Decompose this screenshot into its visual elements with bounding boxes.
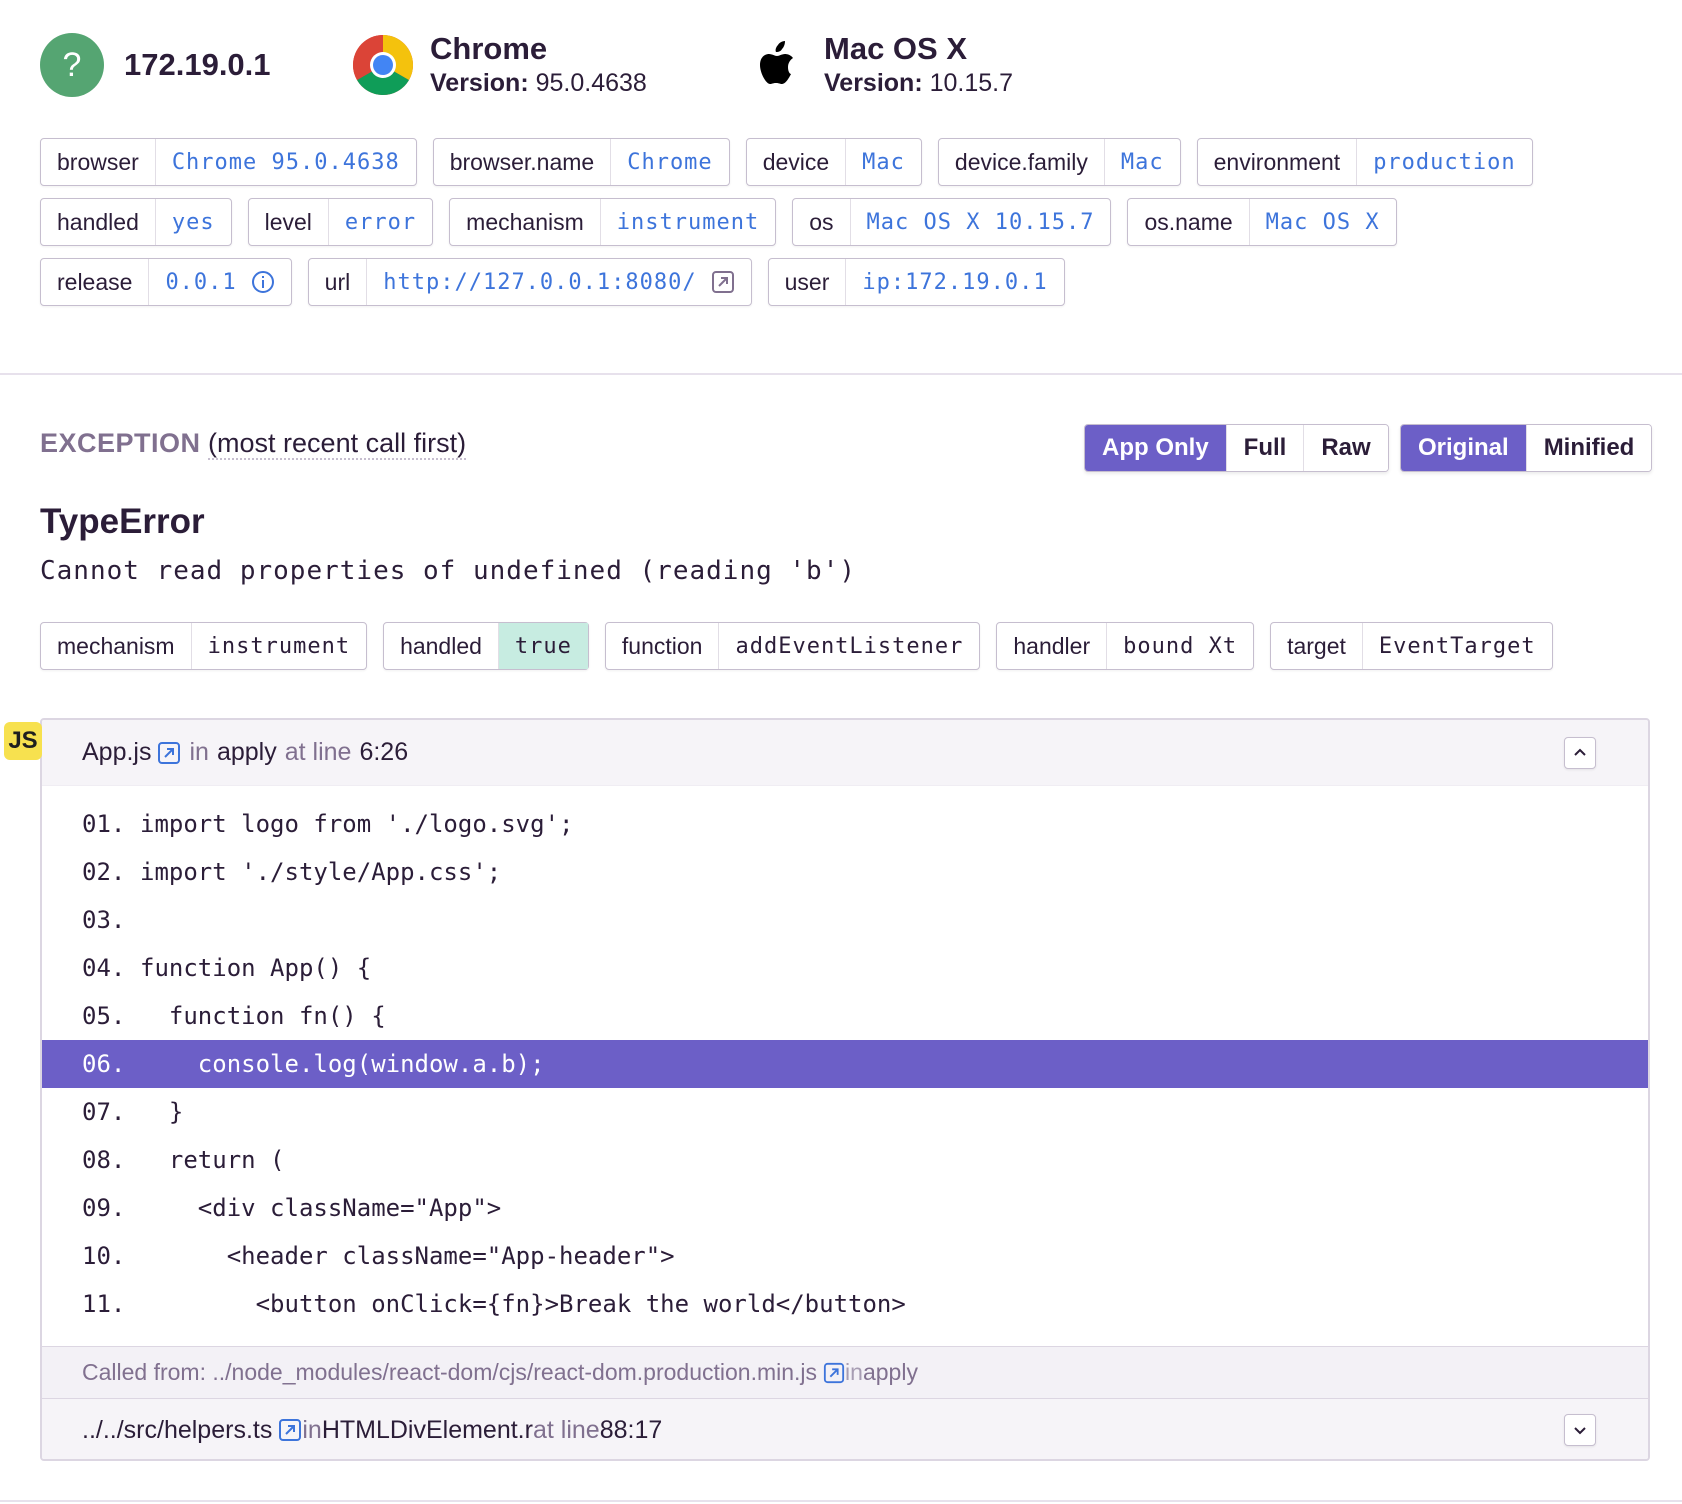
tag-url[interactable]: url http://127.0.0.1:8080/	[307, 258, 752, 306]
original-button[interactable]: Original	[1401, 425, 1526, 471]
open-file-icon[interactable]	[278, 1418, 302, 1442]
chevron-down-icon	[1574, 1427, 1586, 1435]
context-browser: Chrome Version: 95.0.4638	[352, 30, 647, 100]
tag-mechanism[interactable]: mechanism instrument	[449, 198, 777, 246]
code-line: 07. }	[82, 1098, 184, 1126]
expand-frame-button[interactable]	[1564, 1414, 1596, 1446]
tag-level[interactable]: level error	[247, 198, 434, 246]
app-only-button[interactable]: App Only	[1085, 425, 1226, 471]
code-line: 05. function fn() {	[82, 1002, 386, 1030]
os-name: Mac OS X	[824, 31, 967, 66]
tag-browser-name[interactable]: browser.name Chrome	[432, 138, 730, 186]
tag-browser[interactable]: browser Chrome 95.0.4638	[40, 138, 417, 186]
tags-row-3: release 0.0.1 url http://127.0.0.1:8080/…	[40, 258, 1065, 306]
mechanism-tag-target: target EventTarget	[1270, 622, 1553, 670]
frame-header[interactable]: App.js in apply at line 6:26	[42, 720, 1648, 786]
frame-function: apply	[216, 738, 277, 766]
stack-frame: App.js in apply at line 6:26 01. import l…	[40, 718, 1650, 1461]
tags-row-1: browser Chrome 95.0.4638 browser.name Chro…	[40, 138, 1533, 186]
tag-device-family[interactable]: device.family Mac	[937, 138, 1181, 186]
source-map-toggle: Original Minified	[1400, 424, 1653, 472]
code-line: 03.	[82, 906, 126, 934]
next-frame-header[interactable]: ../../src/helpers.ts in HTMLDivElement.r…	[42, 1398, 1648, 1459]
tag-device[interactable]: device Mac	[745, 138, 922, 186]
question-mark-avatar-icon: ?	[40, 33, 104, 97]
release-value[interactable]: 0.0.1	[165, 270, 236, 295]
code-line: 01. import logo from './logo.svg';	[82, 810, 574, 838]
apple-logo-icon	[760, 41, 793, 84]
info-icon[interactable]	[251, 270, 275, 294]
section-divider	[0, 373, 1682, 375]
full-button[interactable]: Full	[1225, 425, 1304, 471]
next-frame-line: 88:17	[599, 1415, 663, 1444]
external-link-icon[interactable]	[711, 270, 735, 294]
next-frame-function: HTMLDivElement.r	[321, 1415, 533, 1444]
mechanism-tag-handled: handled true	[383, 622, 589, 670]
open-file-icon[interactable]	[157, 741, 181, 765]
mechanism-tag-mechanism: mechanism instrument	[40, 622, 368, 670]
code-line: 10. <header className="App-header">	[82, 1242, 675, 1270]
code-line-highlighted: 06. console.log(window.a.b);	[42, 1040, 1648, 1088]
tags-row-2: handled yes level error mechanism instrumen…	[40, 198, 1397, 246]
frame-line: 6:26	[359, 738, 409, 766]
mechanism-tags: mechanism instrument handled true function…	[40, 622, 1553, 670]
browser-version: Version: 95.0.4638	[430, 69, 647, 97]
context-user: ? 172.19.0.1	[40, 30, 271, 100]
exception-heading: EXCEPTION (most recent call first)	[40, 428, 467, 460]
tag-os[interactable]: os Mac OS X 10.15.7	[792, 198, 1112, 246]
code-line: 09. <div className="App">	[82, 1194, 502, 1222]
chevron-up-icon	[1574, 748, 1586, 756]
minified-button[interactable]: Minified	[1525, 425, 1652, 471]
error-message: Cannot read properties of undefined (rea…	[40, 556, 857, 586]
chrome-logo-icon	[352, 34, 414, 96]
browser-name: Chrome	[430, 31, 548, 66]
frame-filename[interactable]: App.js	[82, 738, 151, 767]
mechanism-tag-handler: handler bound Xt	[996, 622, 1255, 670]
collapse-frame-button[interactable]	[1564, 736, 1596, 769]
bottom-divider	[0, 1500, 1682, 1502]
tag-environment[interactable]: environment production	[1196, 138, 1533, 186]
context-os: Mac OS X Version: 10.15.7	[746, 30, 1013, 100]
next-frame-filename[interactable]: ../../src/helpers.ts	[82, 1416, 272, 1445]
mechanism-tag-function: function addEventListener	[604, 622, 981, 670]
open-file-icon[interactable]	[823, 1362, 845, 1384]
tag-handled[interactable]: handled yes	[40, 198, 232, 246]
called-from-file[interactable]: ../node_modules/react-dom/cjs/react-dom.…	[212, 1359, 817, 1386]
javascript-platform-icon: JS	[4, 722, 42, 760]
tag-release[interactable]: release 0.0.1	[40, 258, 292, 306]
user-ip: 172.19.0.1	[124, 47, 271, 82]
raw-button[interactable]: Raw	[1303, 425, 1388, 471]
stacktrace-view-toggle: App Only Full Raw	[1084, 424, 1389, 472]
code-line: 11. <button onClick={fn}>Break the world…	[82, 1290, 906, 1318]
tag-os-name[interactable]: os.name Mac OS X	[1127, 198, 1397, 246]
tag-user[interactable]: user ip:172.19.0.1	[767, 258, 1065, 306]
exception-order-hint[interactable]: (most recent call first)	[208, 428, 467, 460]
code-line: 04. function App() {	[82, 954, 372, 982]
event-context-summary: ? 172.19.0.1 Chrome Version: 95.0.4638 M…	[40, 30, 1140, 100]
code-line: 08. return (	[82, 1146, 285, 1174]
error-type: TypeError	[40, 502, 205, 541]
code-line: 02. import './style/App.css';	[82, 858, 502, 886]
called-from: Called from: ../node_modules/react-dom/c…	[42, 1346, 1648, 1398]
code-context: 01. import logo from './logo.svg'; 02. imp…	[42, 786, 1648, 1328]
url-value[interactable]: http://127.0.0.1:8080/	[383, 270, 696, 295]
os-version: Version: 10.15.7	[824, 69, 1014, 97]
